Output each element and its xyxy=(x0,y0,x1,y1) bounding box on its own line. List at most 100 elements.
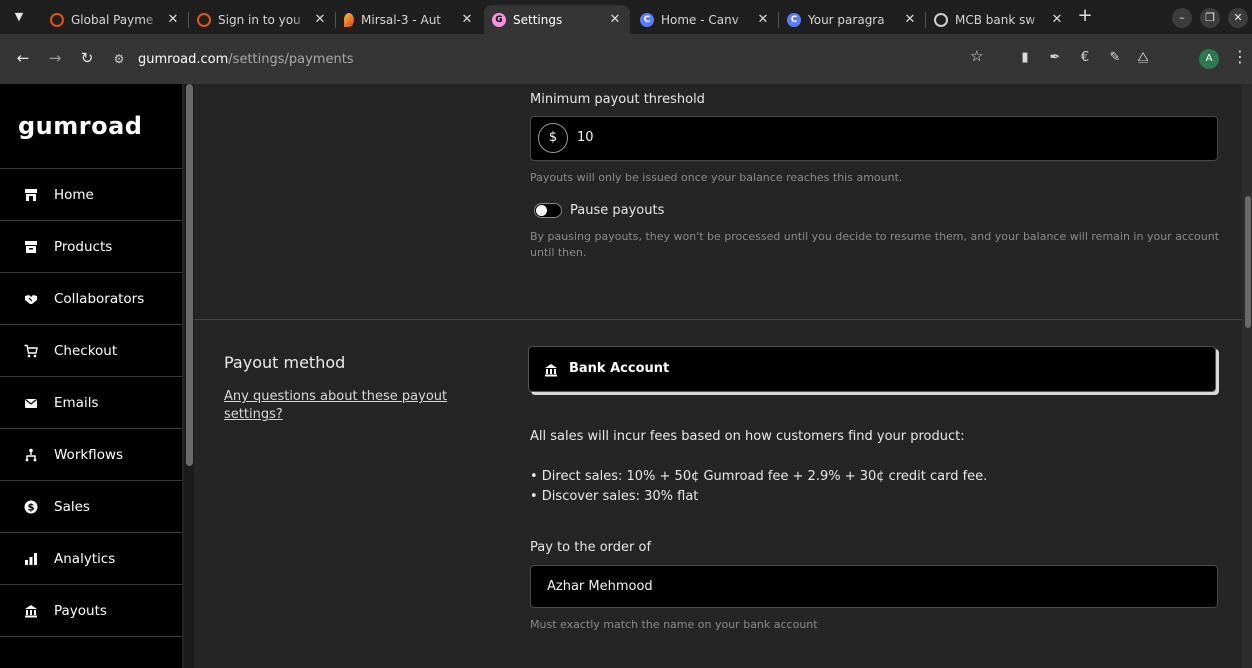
tab-strip: ▼ Global Payme ✕ Sign in to you ✕ Mirsal… xyxy=(0,0,1252,34)
sidebar-item-label: Checkout xyxy=(54,342,118,359)
sidebar-item-label: Collaborators xyxy=(54,290,145,307)
pay-to-input[interactable]: Azhar Mehmood xyxy=(530,565,1218,608)
threshold-value: 10 xyxy=(577,130,594,145)
sidebar-item-label: Home xyxy=(54,186,94,203)
back-icon[interactable]: ← xyxy=(12,47,34,69)
handshake-icon xyxy=(24,292,38,306)
pay-to-hint: Must exactly match the name on your bank… xyxy=(530,618,818,631)
openai-logo-icon xyxy=(934,12,948,27)
sidebar-item-sales[interactable]: $ Sales xyxy=(0,481,182,533)
envelope-icon xyxy=(24,396,38,410)
new-tab-button[interactable]: + xyxy=(1075,7,1095,27)
tab-mirsal[interactable]: Mirsal-3 - Aut ✕ xyxy=(336,5,482,34)
sidebar-scrollbar-thumb[interactable] xyxy=(186,84,193,466)
pause-payouts-hint: By pausing payouts, they won't be proces… xyxy=(530,230,1220,259)
sidebar-item-products[interactable]: Products xyxy=(0,221,182,273)
tab-title: Mirsal-3 - Aut xyxy=(361,12,442,27)
browser-window: ▼ Global Payme ✕ Sign in to you ✕ Mirsal… xyxy=(0,0,1252,668)
sidebar-item-analytics[interactable]: Analytics xyxy=(0,533,182,585)
tab-title: Global Payme xyxy=(71,12,154,27)
pause-payouts-label[interactable]: Pause payouts xyxy=(570,203,664,218)
puzzle-icon[interactable]: ⧋ xyxy=(1134,49,1152,67)
bookmark-star-icon[interactable]: ☆ xyxy=(970,47,983,65)
canva-logo-icon: C xyxy=(787,12,801,27)
toggle-knob xyxy=(536,205,547,216)
menu-kebab-icon[interactable]: ⋮ xyxy=(1232,47,1248,66)
tab-settings[interactable]: G Settings ✕ xyxy=(484,5,630,34)
sidebar-item-home[interactable]: Home xyxy=(0,169,182,221)
fees-intro: All sales will incur fees based on how c… xyxy=(530,429,965,444)
extension-icon[interactable]: € xyxy=(1076,49,1094,67)
restore-icon[interactable]: ❐ xyxy=(1200,8,1220,28)
close-icon[interactable]: ✕ xyxy=(313,12,327,27)
threshold-hint: Payouts will only be issued once your ba… xyxy=(530,171,903,184)
edit-icon[interactable]: ✎ xyxy=(1106,49,1124,67)
sidebar-item-workflows[interactable]: Workflows xyxy=(0,429,182,481)
tab-canva-home[interactable]: C Home - Canv ✕ xyxy=(632,5,778,34)
close-window-icon[interactable]: ✕ xyxy=(1228,8,1248,28)
tab-global-payments[interactable]: Global Payme ✕ xyxy=(42,5,188,34)
eyedropper-icon[interactable]: ✒ xyxy=(1046,49,1064,67)
ring-logo-icon xyxy=(50,12,64,27)
pay-to-value: Azhar Mehmood xyxy=(547,579,653,594)
flame-logo-icon xyxy=(344,12,354,27)
sidebar-item-checkout[interactable]: Checkout xyxy=(0,325,182,377)
canva-logo-icon: C xyxy=(640,12,654,27)
pay-to-label: Pay to the order of xyxy=(530,540,652,555)
payout-help-link[interactable]: Any questions about these payout setting… xyxy=(224,388,474,424)
gumroad-favicon-icon: G xyxy=(492,12,506,27)
storefront-icon xyxy=(24,188,38,202)
document-extension-icon[interactable]: ▮ xyxy=(1016,49,1034,67)
brand-header: GUMroad xyxy=(0,84,182,169)
section-divider xyxy=(194,319,1242,320)
bank-icon xyxy=(24,604,38,618)
tab-search-icon[interactable]: ▼ xyxy=(8,6,30,28)
threshold-input[interactable]: $ 10 xyxy=(530,116,1218,161)
sidebar-item-collaborators[interactable]: Collaborators xyxy=(0,273,182,325)
address-bar[interactable]: ⚙ gumroad.com/settings/payments xyxy=(108,42,998,76)
close-icon[interactable]: ✕ xyxy=(1050,12,1064,27)
close-icon[interactable]: ✕ xyxy=(608,12,622,27)
tab-title: Your paragra xyxy=(808,12,885,27)
site-info-icon[interactable]: ⚙ xyxy=(108,52,130,66)
tab-mcb-bank[interactable]: MCB bank sw ✕ xyxy=(926,5,1072,34)
sidebar-item-label: Workflows xyxy=(54,446,124,463)
tab-title: Settings xyxy=(513,12,563,27)
forward-icon[interactable]: → xyxy=(44,47,66,69)
page-scrollbar[interactable] xyxy=(1242,84,1252,668)
url-host: gumroad.com xyxy=(138,51,229,67)
sidebar-item-label: Emails xyxy=(54,394,99,411)
tab-title: MCB bank sw xyxy=(955,12,1036,27)
payout-method-title: Payout method xyxy=(224,353,346,372)
sidebar-item-payouts[interactable]: Payouts xyxy=(0,585,182,637)
sidebar: GUMroad Home Products Collaborators Chec… xyxy=(0,84,182,668)
tab-your-paragraph[interactable]: C Your paragra ✕ xyxy=(779,5,925,34)
bank-account-label: Bank Account xyxy=(569,361,670,376)
close-icon[interactable]: ✕ xyxy=(756,12,770,27)
tab-sign-in[interactable]: Sign in to you ✕ xyxy=(189,5,335,34)
bank-account-option[interactable]: Bank Account xyxy=(528,346,1216,392)
page-scrollbar-thumb[interactable] xyxy=(1245,196,1251,328)
fee-discover-sales: • Discover sales: 30% flat xyxy=(530,489,699,504)
gumroad-logo[interactable]: GUMroad xyxy=(18,112,142,140)
sidebar-item-emails[interactable]: Emails xyxy=(0,377,182,429)
cart-icon xyxy=(24,344,38,358)
close-icon[interactable]: ✕ xyxy=(903,12,917,27)
currency-badge: $ xyxy=(538,123,568,153)
reload-icon[interactable]: ↻ xyxy=(76,47,98,69)
sidebar-item-label: Products xyxy=(54,238,113,255)
profile-avatar[interactable]: A xyxy=(1199,49,1219,69)
close-icon[interactable]: ✕ xyxy=(460,12,474,27)
sidebar-item-label: Payouts xyxy=(54,602,107,619)
close-icon[interactable]: ✕ xyxy=(166,12,180,27)
dollar-circle-icon: $ xyxy=(24,500,38,514)
threshold-label: Minimum payout threshold xyxy=(530,92,705,107)
tab-title: Sign in to you xyxy=(218,12,301,27)
url-text[interactable]: gumroad.com/settings/payments xyxy=(138,52,354,67)
sidebar-item-label: Sales xyxy=(54,498,90,515)
minimize-icon[interactable]: – xyxy=(1172,8,1192,28)
pause-payouts-toggle[interactable] xyxy=(534,203,562,218)
archive-box-icon xyxy=(24,240,38,254)
bar-chart-icon xyxy=(24,552,38,566)
svg-text:$: $ xyxy=(28,502,35,513)
